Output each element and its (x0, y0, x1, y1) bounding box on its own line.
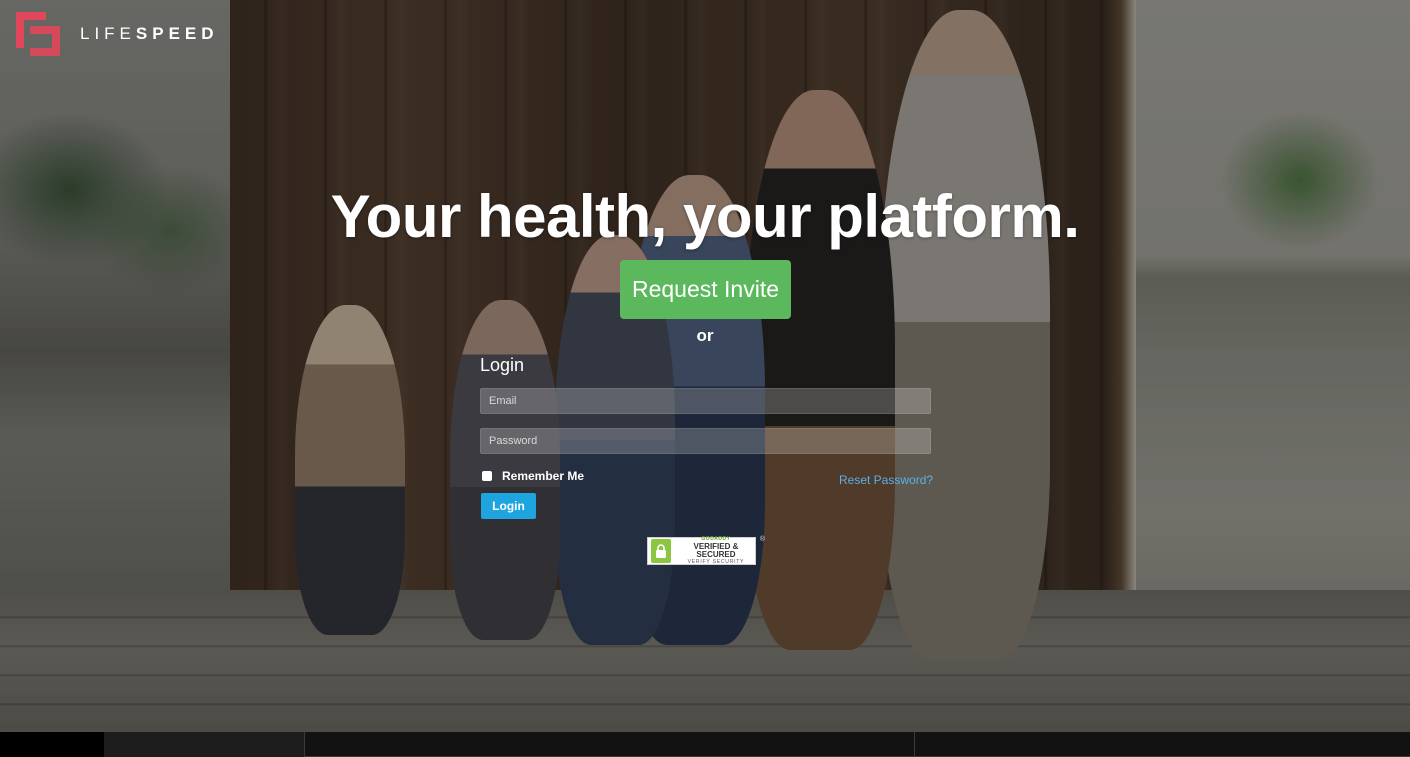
lifespeed-logo-icon (16, 12, 60, 56)
remember-me-toggle[interactable]: Remember Me (482, 469, 584, 483)
hero-headline: Your health, your platform. (330, 183, 1080, 250)
godaddy-security-seal[interactable]: GODADDY VERIFIED & SECURED VERIFY SECURI… (647, 536, 765, 565)
dark-overlay (0, 0, 1410, 732)
brand-name-light: LIFE (80, 24, 136, 43)
seal-text: GODADDY VERIFIED & SECURED VERIFY SECURI… (677, 537, 755, 565)
bottom-panel-tab[interactable] (304, 732, 914, 757)
login-button[interactable]: Login (481, 493, 536, 519)
email-field[interactable] (480, 388, 931, 414)
remember-me-checkbox[interactable] (482, 471, 492, 481)
bottom-panel-tab[interactable] (914, 732, 1410, 757)
request-invite-button[interactable]: Request Invite (620, 260, 791, 319)
brand-name-bold: SPEED (135, 24, 219, 43)
registered-mark-icon: ® (759, 536, 765, 543)
remember-me-label: Remember Me (502, 469, 585, 483)
hero-background (0, 0, 1410, 732)
lock-icon (651, 539, 671, 563)
reset-password-link[interactable]: Reset Password? (839, 473, 933, 487)
seal-verify-text: VERIFY SECURITY (687, 559, 745, 565)
brand-logo[interactable]: LIFESPEED (14, 10, 219, 58)
brand-name: LIFESPEED (80, 24, 219, 44)
or-divider: or (696, 326, 714, 345)
bottom-panel-tab[interactable] (104, 732, 304, 757)
seal-main-text: VERIFIED & SECURED (693, 542, 739, 559)
password-field[interactable] (480, 428, 931, 454)
login-title: Login (480, 355, 525, 375)
bottom-panel-strip (0, 732, 1410, 757)
landing-page: LIFESPEED Your health, your platform. Re… (0, 0, 1410, 757)
